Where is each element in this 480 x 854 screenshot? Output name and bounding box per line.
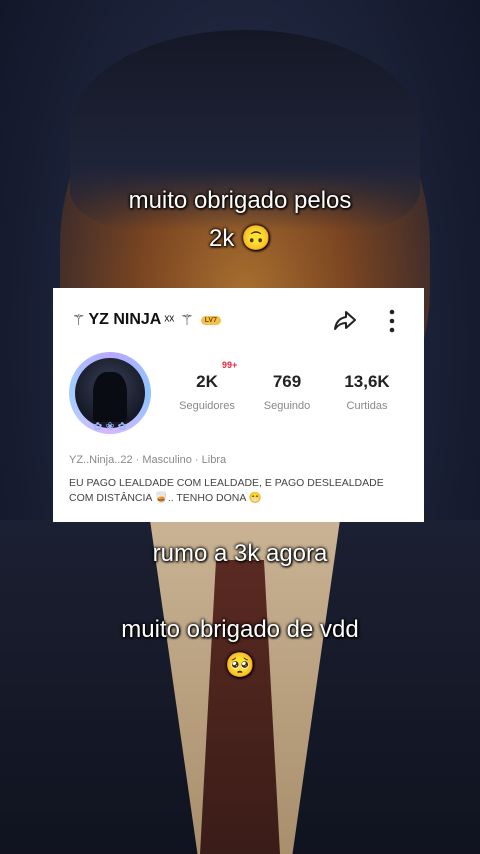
caption-bottom-line1: muito obrigado de vdd <box>121 616 359 643</box>
avatar-flower-decoration: ✿ ❀ ✿ <box>93 421 127 433</box>
caption-middle: rumo a 3k agora <box>152 540 328 567</box>
caption-bottom-line2: 🥺 <box>225 652 255 679</box>
stat-likes[interactable]: 13,6K Curtidas <box>331 372 403 412</box>
stat-likes-value: 13,6K <box>344 372 390 391</box>
name-suffix: ˣˣ <box>164 311 175 329</box>
avatar[interactable]: ✿ ❀ ✿ <box>65 348 155 438</box>
profile-bio: EU PAGO LEALDADE COM LEALDADE, E PAGO DE… <box>69 477 384 504</box>
stat-followers[interactable]: 2K Seguidores <box>171 372 243 412</box>
profile-name-row: ⚚ YZ NINJA ˣˣ ⚚ LV7 <box>69 308 221 332</box>
level-badge: LV7 <box>200 315 221 325</box>
share-icon[interactable] <box>333 308 357 332</box>
more-options-icon[interactable] <box>387 308 397 334</box>
caption-top-line2: 2k 🙃 <box>209 225 271 252</box>
profile-card: ⚚ YZ NINJA ˣˣ ⚚ LV7 ✿ ❀ ✿ 99+ 2K Seguido… <box>53 288 424 522</box>
stat-followers-value: 2K <box>196 372 218 391</box>
avatar-figure <box>93 372 127 422</box>
profile-name: YZ NINJA <box>88 311 162 328</box>
avatar-image <box>75 358 145 428</box>
notification-badge: 99+ <box>222 360 238 370</box>
stat-likes-label: Curtidas <box>346 400 388 412</box>
stat-following-label: Seguindo <box>263 400 311 412</box>
caduceus-icon-right: ⚚ <box>180 312 194 329</box>
caduceus-icon-left: ⚚ <box>72 312 86 329</box>
stat-following-value: 769 <box>272 372 302 391</box>
stat-following[interactable]: 769 Seguindo <box>251 372 323 412</box>
profile-meta: YZ..Ninja..22 · Masculino · Libra <box>69 454 227 466</box>
caption-top-line1: muito obrigado pelos <box>128 187 352 214</box>
stat-followers-label: Seguidores <box>179 400 235 412</box>
